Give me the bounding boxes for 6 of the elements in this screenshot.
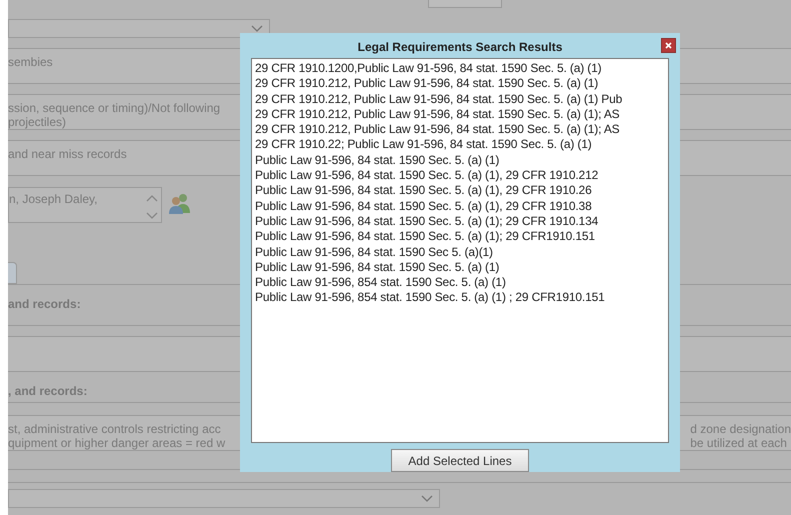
field-text: st, administrative controls restricting acc quipment or higher danger areas = red w bbox=[8, 422, 226, 450]
field-text: ssion, sequence or timing)/Not following projectiles) bbox=[8, 101, 220, 129]
field-text: n, Joseph Daley, bbox=[9, 192, 98, 208]
field-text: and near miss records bbox=[8, 147, 127, 163]
field-text: d zone designation be utilized at each bbox=[690, 422, 791, 450]
field-text: sembies bbox=[8, 55, 53, 71]
